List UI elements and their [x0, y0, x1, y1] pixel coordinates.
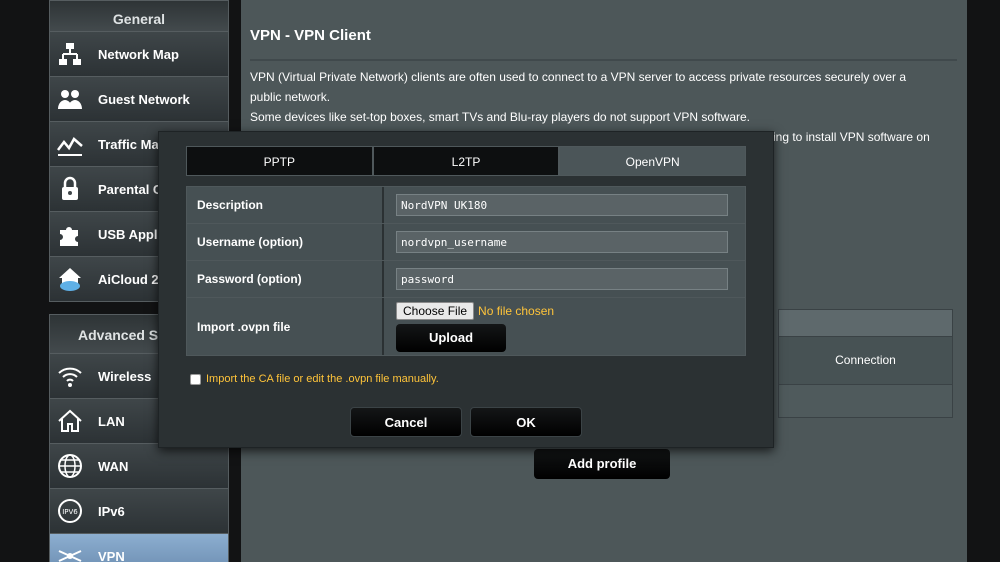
description-row: Description	[186, 187, 746, 224]
vpn-profile-table: Connection	[778, 309, 953, 418]
sidebar-item-label: AiCloud 2	[98, 271, 159, 287]
page-title: VPN - VPN Client	[250, 27, 371, 44]
sidebar-item-guest-network[interactable]: Guest Network	[50, 76, 228, 121]
title-divider	[250, 59, 957, 61]
network-map-icon	[50, 32, 90, 77]
ipv6-icon: IPV6	[50, 489, 90, 534]
description-line-4: ing to install VPN software on	[773, 130, 930, 144]
no-file-chosen-text: No file chosen	[478, 303, 555, 318]
password-input[interactable]	[396, 268, 728, 290]
description-line-3: Some devices like set-top boxes, smart T…	[250, 110, 751, 124]
svg-text:IPV6: IPV6	[62, 508, 78, 516]
description-label: Description	[186, 187, 382, 223]
description-line-2: public network.	[250, 90, 331, 104]
general-menu-title: General	[50, 1, 228, 31]
username-label: Username (option)	[186, 224, 382, 260]
manual-import-option: Import the CA file or edit the .ovpn fil…	[190, 373, 439, 385]
table-row	[778, 385, 953, 418]
sidebar-item-network-map[interactable]: Network Map	[50, 31, 228, 76]
description-field-cell	[382, 187, 746, 223]
password-label: Password (option)	[186, 261, 382, 297]
manual-import-checkbox[interactable]	[190, 373, 201, 385]
tab-pptp[interactable]: PPTP	[186, 146, 373, 176]
sidebar-item-label: IPv6	[98, 503, 125, 519]
sidebar-item-ipv6[interactable]: IPV6 IPv6	[50, 488, 228, 533]
sidebar-item-label: Parental C	[98, 181, 163, 197]
import-ovpn-row: Import .ovpn file Choose File No file ch…	[186, 298, 746, 356]
protocol-tabs: PPTP L2TP OpenVPN	[186, 146, 747, 176]
manual-import-label[interactable]: Import the CA file or edit the .ovpn fil…	[206, 373, 439, 385]
openvpn-form: Description Username (option) Password (…	[186, 186, 746, 356]
username-row: Username (option)	[186, 224, 746, 261]
parental-control-icon	[50, 167, 90, 212]
sidebar-item-label: USB Appl	[98, 226, 158, 242]
sidebar-item-label: Wireless	[98, 368, 152, 384]
wireless-icon	[50, 354, 90, 399]
username-field-cell	[382, 224, 746, 260]
file-upload-area: Choose File No file chosen Upload	[396, 301, 555, 352]
sidebar-item-label: Guest Network	[98, 91, 190, 107]
tab-openvpn[interactable]: OpenVPN	[559, 146, 747, 176]
import-ovpn-field-cell: Choose File No file chosen Upload	[382, 298, 746, 355]
sidebar-item-wan[interactable]: WAN	[50, 443, 228, 488]
sidebar-item-label: Network Map	[98, 46, 179, 62]
tab-l2tp[interactable]: L2TP	[372, 146, 560, 176]
connection-column-header: Connection	[778, 337, 953, 385]
ok-button[interactable]: OK	[470, 407, 582, 437]
sidebar-item-label: Traffic Ma	[98, 136, 159, 152]
vpn-profile-dialog: PPTP L2TP OpenVPN Description Username (…	[158, 131, 774, 448]
sidebar-item-vpn[interactable]: VPN	[50, 533, 228, 562]
wan-icon	[50, 444, 90, 489]
import-ovpn-label: Import .ovpn file	[186, 298, 382, 355]
password-field-cell	[382, 261, 746, 297]
username-input[interactable]	[396, 231, 728, 253]
cancel-button[interactable]: Cancel	[350, 407, 462, 437]
sidebar-item-label: LAN	[98, 413, 125, 429]
upload-button[interactable]: Upload	[396, 323, 506, 352]
lan-icon	[50, 399, 90, 444]
choose-file-button[interactable]: Choose File	[396, 301, 475, 320]
file-chooser: Choose File No file chosen	[396, 301, 555, 320]
guest-network-icon	[50, 77, 90, 122]
add-profile-button[interactable]: Add profile	[534, 449, 670, 479]
description-line-1: VPN (Virtual Private Network) clients ar…	[250, 70, 907, 84]
password-row: Password (option)	[186, 261, 746, 298]
usb-application-icon	[50, 212, 90, 257]
aicloud-icon	[50, 257, 90, 302]
table-header-bar	[778, 309, 953, 337]
sidebar-item-label: WAN	[98, 458, 129, 474]
description-input[interactable]	[396, 194, 728, 216]
vpn-icon	[50, 534, 90, 562]
sidebar-item-label: VPN	[98, 548, 125, 562]
traffic-manager-icon	[50, 122, 90, 167]
